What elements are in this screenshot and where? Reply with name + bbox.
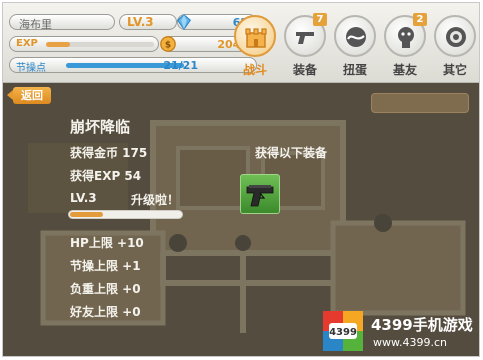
stat-stamina: 节操上限 +1 bbox=[70, 259, 141, 273]
nav-battle[interactable]: 战斗 bbox=[231, 13, 279, 79]
battle-result-panel: 返回 崩坏降临 获得金币 175 获得EXP 54 LV.3 升级啦！ HP上限… bbox=[3, 83, 479, 356]
diamond-icon bbox=[176, 14, 192, 31]
nav-friends-label: 基友 bbox=[392, 63, 417, 77]
battle-icon bbox=[245, 28, 267, 48]
nav-gacha[interactable]: 扭蛋 bbox=[331, 13, 379, 79]
stat-hp: HP上限 +10 bbox=[70, 236, 144, 250]
friends-badge: 2 bbox=[413, 13, 427, 26]
stage-title: 崩坏降临 bbox=[70, 118, 131, 136]
nav-battle-label: 战斗 bbox=[242, 63, 267, 77]
level-progress-bar bbox=[68, 210, 183, 219]
map-action-button bbox=[371, 93, 469, 113]
player-name: 海布里 bbox=[19, 18, 52, 31]
capsule-icon bbox=[346, 27, 366, 47]
player-name-box: 海布里 bbox=[9, 14, 115, 31]
gear-icon bbox=[446, 27, 466, 47]
game-window: 海布里 LV.3 62 EXP $ 2040 节操点 bbox=[2, 2, 480, 357]
nav-equipment[interactable]: 7 装备 bbox=[281, 13, 329, 79]
nav-friends[interactable]: 2 基友 bbox=[381, 13, 429, 79]
exp-bar bbox=[46, 42, 154, 47]
pistol-icon bbox=[246, 185, 274, 207]
equipment-reward-label: 获得以下装备 bbox=[255, 146, 328, 160]
exp-label: EXP bbox=[16, 38, 38, 49]
watermark-name: 4399手机游戏 bbox=[371, 316, 473, 334]
player-level: LV.3 bbox=[127, 15, 154, 29]
result-level: LV.3 bbox=[70, 191, 97, 205]
coin-icon: $ bbox=[160, 36, 176, 52]
level-box: LV.3 bbox=[119, 14, 177, 30]
equipment-badge: 7 bbox=[313, 13, 327, 26]
stamina-label: 节操点 bbox=[16, 63, 46, 74]
svg-text:4399: 4399 bbox=[329, 327, 357, 338]
level-progress-fill bbox=[70, 212, 103, 217]
stat-friends: 好友上限 +0 bbox=[70, 305, 141, 319]
watermark-logo: 4399 bbox=[323, 311, 363, 351]
level-up-text: 升级啦！ bbox=[131, 193, 180, 207]
nav-other-label: 其它 bbox=[442, 63, 467, 77]
stamina-box: 节操点 21/21 bbox=[9, 57, 257, 74]
status-bar: 海布里 LV.3 62 EXP $ 2040 节操点 bbox=[3, 3, 479, 83]
nav-other[interactable]: 其它 bbox=[431, 13, 479, 79]
svg-text:$: $ bbox=[165, 41, 171, 51]
back-button[interactable]: 返回 bbox=[7, 87, 51, 104]
stat-load: 负重上限 +0 bbox=[70, 282, 141, 296]
exp-bar-fill bbox=[46, 42, 70, 47]
nav-equipment-label: 装备 bbox=[292, 63, 317, 77]
friend-icon bbox=[398, 27, 414, 48]
nav-gacha-label: 扭蛋 bbox=[342, 63, 367, 77]
stamina-count: 21/21 bbox=[163, 59, 198, 72]
exp-box: EXP bbox=[9, 36, 159, 52]
watermark-url: www.4399.cn bbox=[373, 336, 447, 349]
reward-item-slot[interactable] bbox=[240, 174, 280, 214]
gun-icon bbox=[296, 32, 314, 44]
exp-reward: 获得EXP 54 bbox=[70, 169, 142, 183]
gold-reward: 获得金币 175 bbox=[70, 146, 148, 160]
